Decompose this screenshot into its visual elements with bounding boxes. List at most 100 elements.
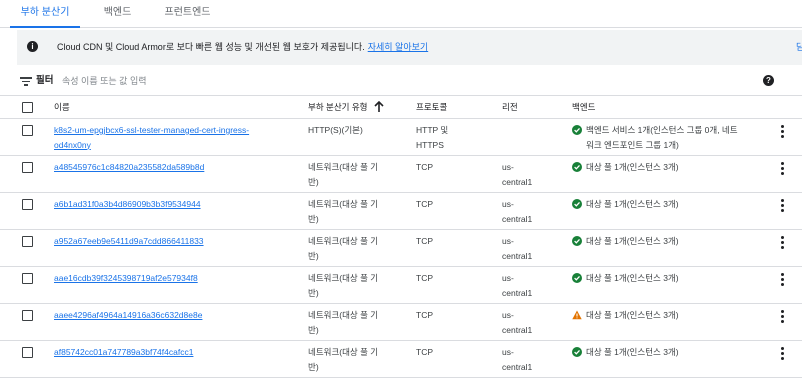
backend-status-text: 대상 풀 1개(인스턴스 3개) <box>586 273 679 283</box>
load-balancer-name-link[interactable]: a48545976c1c84820a235582da589b8d <box>54 160 294 175</box>
load-balancer-name-link-line[interactable]: a48545976c1c84820a235582da589b8d <box>54 160 294 175</box>
protocol-cell: TCP <box>416 271 496 286</box>
load-balancer-name-link-line[interactable]: aaee4296af4964a14916a36c632d8e8e <box>54 308 294 323</box>
load-balancer-name-link-line[interactable]: od4nx0ny <box>54 138 294 153</box>
dismiss-link[interactable]: 닫 <box>796 30 802 65</box>
protocol-cell-line: TCP <box>416 199 433 209</box>
column-header-name[interactable]: 이름 <box>54 97 70 117</box>
protocol-cell-line: TCP <box>416 236 433 246</box>
row-checkbox[interactable] <box>22 347 33 358</box>
row-checkbox[interactable] <box>22 125 33 136</box>
banner-message: Cloud CDN 및 Cloud Armor로 보다 빠른 웹 성능 및 개선… <box>57 30 428 65</box>
row-checkbox[interactable] <box>22 236 33 247</box>
load-balancer-type: 네트워크(대상 풀 기 반) <box>308 160 408 189</box>
backend-status-text: 워크 엔드포인트 그룹 1개) <box>586 139 679 150</box>
load-balancer-type-line: 네트워크(대상 풀 기 <box>308 162 379 172</box>
load-balancer-name-link[interactable]: a6b1ad31f0a3b4d86909b3b3f9534944 <box>54 197 294 212</box>
filter-icon[interactable] <box>20 77 32 86</box>
region-cell-line: us- <box>502 236 514 246</box>
table-row: aaee4296af4964a14916a36c632d8e8e 네트워크(대상 … <box>0 304 802 341</box>
backend-status: 대상 풀 1개(인스턴스 3개) <box>572 271 747 286</box>
region-cell: us-central1 <box>502 271 562 300</box>
load-balancer-name-link[interactable]: aae16cdb39f3245398719af2e57934f8 <box>54 271 294 286</box>
more-actions-icon[interactable] <box>781 162 785 176</box>
more-actions-icon[interactable] <box>781 273 785 287</box>
column-header-backend[interactable]: 백엔드 <box>572 97 595 117</box>
region-cell: us-central1 <box>502 160 562 189</box>
load-balancer-name-link-line[interactable]: aae16cdb39f3245398719af2e57934f8 <box>54 271 294 286</box>
load-balancer-type-line: 네트워크(대상 풀 기 <box>308 310 379 320</box>
table-row: af85742cc01a747789a3bf74f4cafcc1 네트워크(대상 … <box>0 341 802 378</box>
load-balancer-type-line: 반) <box>308 324 319 335</box>
tab-backends[interactable]: 백엔드 <box>90 0 145 28</box>
tab-frontends[interactable]: 프런트엔드 <box>155 0 220 28</box>
more-actions-icon[interactable] <box>781 236 785 250</box>
load-balancer-type: 네트워크(대상 풀 기 반) <box>308 197 408 226</box>
protocol-cell-line: HTTP 및 <box>416 125 449 135</box>
region-cell-line: us- <box>502 310 514 320</box>
backend-status: 대상 풀 1개(인스턴스 3개) <box>572 345 747 360</box>
region-cell: us-central1 <box>502 234 562 263</box>
protocol-cell-line: TCP <box>416 273 433 283</box>
backend-status-text: 대상 풀 1개(인스턴스 3개) <box>586 310 679 320</box>
load-balancer-type: 네트워크(대상 풀 기 반) <box>308 345 408 374</box>
help-icon[interactable]: ? <box>763 75 774 86</box>
region-cell: us-central1 <box>502 197 562 226</box>
load-balancer-type-line: HTTP(S)(기본) <box>308 125 363 135</box>
load-balancer-type: HTTP(S)(기본) <box>308 123 408 138</box>
row-checkbox[interactable] <box>22 162 33 173</box>
backend-status: 대상 풀 1개(인스턴스 3개) <box>572 197 747 212</box>
check-circle-icon <box>572 236 582 246</box>
region-cell-line: central1 <box>502 250 533 261</box>
load-balancer-type-line: 네트워크(대상 풀 기 <box>308 199 379 209</box>
info-banner: i Cloud CDN 및 Cloud Armor로 보다 빠른 웹 성능 및 … <box>17 30 802 65</box>
column-header-type[interactable]: 부하 분산기 유형 <box>308 97 367 117</box>
tab-load-balancers[interactable]: 부하 분산기 <box>10 0 80 28</box>
more-actions-icon[interactable] <box>781 310 785 324</box>
protocol-cell-line: TCP <box>416 310 433 320</box>
column-header-region[interactable]: 리전 <box>502 97 518 117</box>
learn-more-link[interactable]: 자세히 알아보기 <box>368 42 428 52</box>
backend-status: 대상 풀 1개(인스턴스 3개) <box>572 234 747 249</box>
load-balancer-type: 네트워크(대상 풀 기 반) <box>308 271 408 300</box>
load-balancer-name-link[interactable]: af85742cc01a747789a3bf74f4cafcc1 <box>54 345 294 360</box>
protocol-cell: HTTP 및 HTTPS <box>416 123 496 152</box>
check-circle-icon <box>572 199 582 209</box>
more-actions-icon[interactable] <box>781 347 785 361</box>
banner-text: Cloud CDN 및 Cloud Armor로 보다 빠른 웹 성능 및 개선… <box>57 42 365 52</box>
load-balancer-name-link[interactable]: a952a67eeb9e5411d9a7cdd866411833 <box>54 234 294 249</box>
row-checkbox[interactable] <box>22 273 33 284</box>
check-circle-icon <box>572 162 582 172</box>
backend-status-text: 대상 풀 1개(인스턴스 3개) <box>586 162 679 172</box>
load-balancer-type-line: 반) <box>308 361 319 372</box>
protocol-cell: TCP <box>416 197 496 212</box>
load-balancer-name-link-line[interactable]: af85742cc01a747789a3bf74f4cafcc1 <box>54 345 294 360</box>
load-balancer-type-line: 네트워크(대상 풀 기 <box>308 236 379 246</box>
tab-bar: 부하 분산기 백엔드 프런트엔드 <box>0 0 802 28</box>
table-row: a48545976c1c84820a235582da589b8d 네트워크(대상 … <box>0 156 802 193</box>
load-balancer-name-link-line[interactable]: a6b1ad31f0a3b4d86909b3b3f9534944 <box>54 197 294 212</box>
load-balancer-name-link[interactable]: aaee4296af4964a14916a36c632d8e8e <box>54 308 294 323</box>
table-header-row: 이름 부하 분산기 유형 프로토콜 리전 백엔드 <box>0 97 802 119</box>
select-all-checkbox[interactable] <box>22 102 33 113</box>
row-checkbox[interactable] <box>22 199 33 210</box>
region-cell: us-central1 <box>502 308 562 337</box>
load-balancer-name-link-line[interactable]: k8s2-um-epgjbcx6-ssl-tester-managed-cert… <box>54 123 294 138</box>
protocol-cell: TCP <box>416 160 496 175</box>
load-balancer-name-link-line[interactable]: a952a67eeb9e5411d9a7cdd866411833 <box>54 234 294 249</box>
sort-ascending-icon[interactable] <box>374 101 384 113</box>
load-balancer-name-link[interactable]: k8s2-um-epgjbcx6-ssl-tester-managed-cert… <box>54 123 294 152</box>
more-actions-icon[interactable] <box>781 125 785 139</box>
filter-bar: 필터 ? <box>0 66 802 96</box>
backend-status-text: 대상 풀 1개(인스턴스 3개) <box>586 347 679 357</box>
backend-status: 대상 풀 1개(인스턴스 3개) <box>572 160 747 175</box>
load-balancer-type-line: 반) <box>308 250 319 261</box>
table-row: aae16cdb39f3245398719af2e57934f8 네트워크(대상 … <box>0 267 802 304</box>
load-balancer-type-line: 반) <box>308 287 319 298</box>
filter-input[interactable] <box>62 71 742 91</box>
row-checkbox[interactable] <box>22 310 33 321</box>
more-actions-icon[interactable] <box>781 199 785 213</box>
info-icon: i <box>27 41 38 52</box>
backend-status-text: 대상 풀 1개(인스턴스 3개) <box>586 236 679 246</box>
column-header-protocol[interactable]: 프로토콜 <box>416 97 447 117</box>
